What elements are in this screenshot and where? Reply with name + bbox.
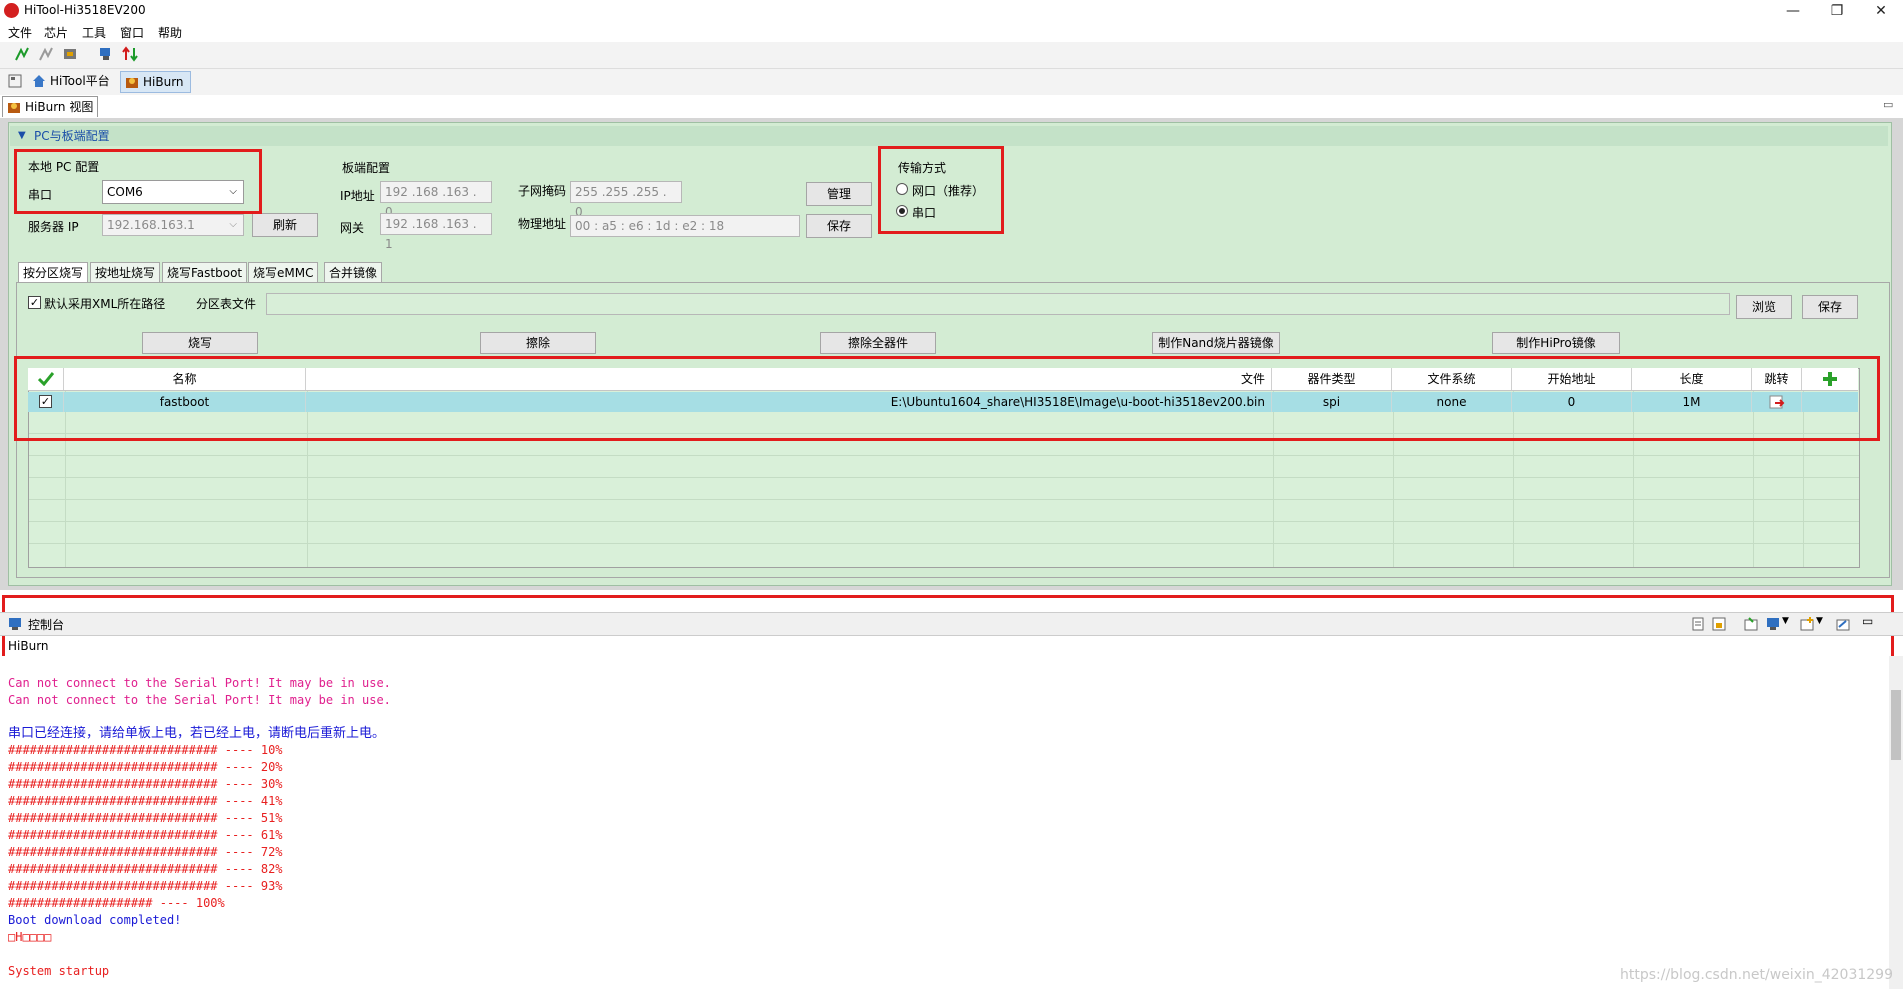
minimize-button[interactable]: —	[1771, 0, 1815, 22]
console-source-label: HiBurn	[8, 639, 49, 653]
disconnect-icon[interactable]	[38, 46, 54, 62]
menu-file[interactable]: 文件	[8, 24, 32, 41]
refresh-button[interactable]: 刷新	[252, 213, 318, 237]
console-line: Can not connect to the Serial Port! It m…	[8, 693, 391, 707]
window-title: HiTool-Hi3518EV200	[24, 3, 146, 17]
mac-input[interactable]: 00 : a5 : e6 : 1d : e2 : 18	[570, 215, 800, 237]
highlight-local-pc	[14, 149, 262, 214]
erase-button[interactable]: 擦除	[480, 332, 596, 354]
console-line: 串口已经连接，请给单板上电，若已经上电，请断电后重新上电。	[8, 726, 386, 741]
erase-all-button[interactable]: 擦除全器件	[820, 332, 936, 354]
highlight-transfer-mode	[878, 146, 1004, 234]
menu-chip[interactable]: 芯片	[44, 24, 68, 41]
netmask-input[interactable]: 255 .255 .255 . 0	[570, 181, 682, 219]
hiburn-view-tab[interactable]: HiBurn 视图	[2, 96, 99, 117]
netmask-label: 子网掩码	[518, 184, 567, 198]
console-line: Boot download completed!	[8, 913, 182, 927]
transfer-icon[interactable]	[122, 46, 138, 62]
console-line: ############################# ---- 41%	[8, 794, 283, 808]
tab-emmc-burn[interactable]: 烧写eMMC	[248, 262, 319, 283]
tab-partition-burn[interactable]: 按分区烧写	[18, 262, 89, 283]
chip-config-icon[interactable]	[62, 46, 78, 62]
hiburn-icon	[126, 78, 138, 88]
console-line: ############################# ---- 93%	[8, 879, 283, 893]
perspective-hiburn[interactable]: HiBurn	[120, 71, 191, 93]
console-line: ############################# ---- 30%	[8, 777, 283, 791]
perspective-hitool[interactable]: HiTool平台	[28, 71, 116, 91]
hiburn-icon	[8, 103, 20, 113]
mac-label: 物理地址	[518, 217, 567, 231]
tab-merge-image[interactable]: 合并镜像	[324, 262, 383, 283]
browse-button[interactable]: 浏览	[1736, 295, 1792, 319]
use-xml-path-checkbox[interactable]: ✓	[28, 296, 41, 309]
make-hipro-image-button[interactable]: 制作HiPro镜像	[1492, 332, 1620, 354]
connect-icon[interactable]	[14, 46, 30, 62]
gateway-input[interactable]: 192 .168 .163 . 1	[380, 213, 492, 251]
console-line: ############################# ---- 10%	[8, 743, 283, 757]
make-nand-image-button[interactable]: 制作Nand烧片器镜像	[1152, 332, 1280, 354]
close-button[interactable]: ✕	[1859, 0, 1903, 22]
console-line: #################### ---- 100%	[8, 896, 225, 910]
partition-table-label: 分区表文件	[196, 297, 257, 311]
collapse-triangle-icon: ▼	[18, 130, 26, 141]
console-line: ############################# ---- 61%	[8, 828, 283, 842]
new-console-icon[interactable]	[1800, 617, 1814, 631]
partition-save-button[interactable]: 保存	[1802, 295, 1858, 319]
console-scrollbar-thumb[interactable]	[1891, 690, 1901, 760]
view-minimize-icon[interactable]: ▭	[1862, 614, 1873, 628]
title-bar: HiTool-Hi3518EV200 — ❐ ✕	[0, 0, 1903, 22]
console-line: ############################# ---- 82%	[8, 862, 283, 876]
section-title: PC与板端配置	[34, 129, 110, 143]
perspective-hitool-label: HiTool平台	[50, 74, 110, 88]
server-ip-select[interactable]: 192.168.163.1 ⌵	[102, 214, 244, 236]
board-ip-label: IP地址	[340, 189, 375, 203]
gateway-label: 网关	[340, 221, 365, 235]
serial-tool-icon[interactable]	[98, 46, 114, 62]
console-tab-bar: 控制台 ▼ ▼ ▭	[0, 612, 1903, 636]
open-perspective-icon[interactable]	[8, 74, 22, 88]
burn-button[interactable]: 烧写	[142, 332, 258, 354]
server-ip-label: 服务器 IP	[28, 220, 79, 234]
console-icon	[9, 618, 21, 630]
board-config-heading: 板端配置	[342, 161, 391, 175]
perspective-bar: HiTool平台 HiBurn	[0, 69, 1903, 95]
menu-window[interactable]: 窗口	[120, 24, 144, 41]
home-icon	[33, 75, 45, 87]
console-line: ############################# ---- 51%	[8, 811, 283, 825]
partition-table-input[interactable]	[266, 293, 1730, 315]
watermark: https://blog.csdn.net/weixin_42031299	[1619, 967, 1893, 983]
manage-button[interactable]: 管理	[806, 182, 872, 206]
console-line: □H□□□□	[8, 930, 52, 944]
section-header[interactable]: ▼ PC与板端配置	[10, 126, 1888, 146]
console-line: Can not connect to the Serial Port! It m…	[8, 676, 391, 690]
view-minimize-icon[interactable]: ▭	[1883, 98, 1893, 111]
console-tab[interactable]: 控制台	[28, 616, 64, 633]
highlight-partition-table	[14, 356, 1880, 441]
board-save-button[interactable]: 保存	[806, 214, 872, 238]
chevron-down-icon[interactable]: ▼	[1816, 616, 1823, 626]
menu-bar: 文件 芯片 工具 窗口 帮助	[0, 22, 1903, 42]
tab-address-burn[interactable]: 按地址烧写	[90, 262, 161, 283]
console-line: ############################# ---- 20%	[8, 760, 283, 774]
tab-fastboot-burn[interactable]: 烧写Fastboot	[162, 262, 248, 283]
menu-help[interactable]: 帮助	[158, 24, 182, 41]
display-console-icon[interactable]	[1766, 617, 1780, 631]
console-line: System startup	[8, 964, 110, 978]
toolbar	[0, 42, 1903, 69]
board-ip-input[interactable]: 192 .168 .163 . 0	[380, 181, 492, 219]
server-ip-value: 192.168.163.1	[107, 218, 195, 232]
pin-console-icon[interactable]	[1744, 617, 1758, 631]
chevron-down-icon[interactable]: ▼	[1782, 616, 1789, 626]
perspective-hiburn-label: HiBurn	[143, 75, 184, 89]
chevron-down-icon: ⌵	[229, 219, 237, 230]
console-line: ############################# ---- 72%	[8, 845, 283, 859]
scroll-lock-icon[interactable]	[1712, 617, 1726, 631]
app-logo-icon	[4, 3, 19, 18]
minimize-view-icon[interactable]	[1836, 617, 1850, 631]
menu-tools[interactable]: 工具	[82, 24, 106, 41]
clear-console-icon[interactable]	[1692, 617, 1706, 631]
hiburn-view-label: HiBurn 视图	[25, 100, 94, 114]
use-xml-path-label: 默认采用XML所在路径	[44, 297, 166, 311]
maximize-button[interactable]: ❐	[1815, 0, 1859, 22]
